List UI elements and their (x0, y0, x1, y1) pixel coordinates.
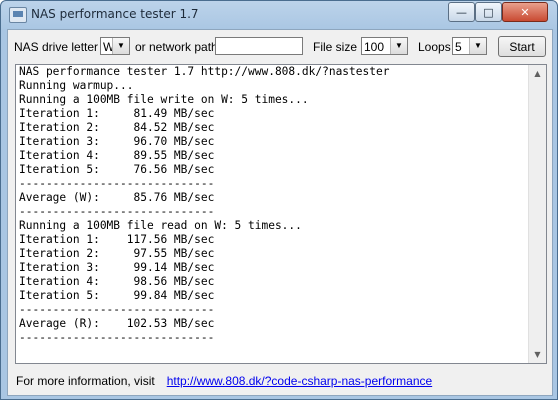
minimize-button[interactable]: — (448, 2, 475, 22)
vertical-scrollbar[interactable]: ▲ ▼ (528, 65, 546, 363)
toolbar: NAS drive letter W ▼ or network path Fil… (8, 30, 552, 64)
maximize-button[interactable]: □ (475, 2, 502, 22)
log-line: Average (W): 85.76 MB/sec (19, 191, 215, 204)
log-line: Average (R): 102.53 MB/sec (19, 317, 215, 330)
close-button[interactable]: ✕ (502, 2, 548, 22)
log-line: Iteration 3: 99.14 MB/sec (19, 261, 215, 274)
log-line: Iteration 3: 96.70 MB/sec (19, 135, 215, 148)
network-path-label: or network path (135, 40, 218, 54)
info-link[interactable]: http://www.808.dk/?code-csharp-nas-perfo… (167, 374, 432, 388)
log-line: NAS performance tester 1.7 http://www.80… (19, 65, 390, 78)
app-icon (9, 7, 27, 23)
chevron-down-icon[interactable]: ▼ (112, 38, 129, 54)
app-window: NAS performance tester 1.7 — □ ✕ NAS dri… (0, 0, 558, 400)
file-size-label: File size (313, 40, 358, 54)
log-line: Iteration 5: 76.56 MB/sec (19, 163, 215, 176)
drive-letter-label: NAS drive letter (14, 40, 99, 54)
log-line: ----------------------------- (19, 205, 215, 218)
start-button[interactable]: Start (498, 36, 546, 57)
chevron-down-icon[interactable]: ▼ (469, 38, 486, 54)
window-title: NAS performance tester 1.7 (31, 7, 199, 21)
drive-letter-select[interactable]: W ▼ (100, 37, 130, 55)
log-line: Iteration 2: 84.52 MB/sec (19, 121, 215, 134)
log-line: Iteration 1: 117.56 MB/sec (19, 233, 215, 246)
log-line: ----------------------------- (19, 177, 215, 190)
log-line: Iteration 4: 89.55 MB/sec (19, 149, 215, 162)
log-line: Running warmup... (19, 79, 134, 92)
client-area: NAS drive letter W ▼ or network path Fil… (7, 29, 553, 396)
scroll-up-icon[interactable]: ▲ (529, 65, 546, 82)
footer-text: For more information, visit (16, 374, 155, 388)
loops-value: 5 (455, 40, 462, 54)
loops-label: Loops (418, 40, 451, 54)
file-size-select[interactable]: 100 ▼ (361, 37, 408, 55)
log-line: Iteration 5: 99.84 MB/sec (19, 289, 215, 302)
output-log[interactable]: NAS performance tester 1.7 http://www.80… (15, 64, 547, 364)
log-line: Iteration 4: 98.56 MB/sec (19, 275, 215, 288)
title-bar[interactable]: NAS performance tester 1.7 — □ ✕ (1, 1, 557, 29)
log-text: NAS performance tester 1.7 http://www.80… (19, 65, 527, 345)
loops-select[interactable]: 5 ▼ (452, 37, 487, 55)
scroll-down-icon[interactable]: ▼ (529, 346, 546, 363)
log-line: Iteration 2: 97.55 MB/sec (19, 247, 215, 260)
log-line: ----------------------------- (19, 331, 215, 344)
log-line: Running a 100MB file write on W: 5 times… (19, 93, 309, 106)
network-path-input[interactable] (215, 37, 303, 55)
file-size-value: 100 (364, 40, 385, 54)
log-line: ----------------------------- (19, 303, 215, 316)
log-line: Iteration 1: 81.49 MB/sec (19, 107, 215, 120)
footer: For more information, visit http://www.80… (16, 374, 432, 388)
chevron-down-icon[interactable]: ▼ (390, 38, 407, 54)
log-line: Running a 100MB file read on W: 5 times.… (19, 219, 302, 232)
